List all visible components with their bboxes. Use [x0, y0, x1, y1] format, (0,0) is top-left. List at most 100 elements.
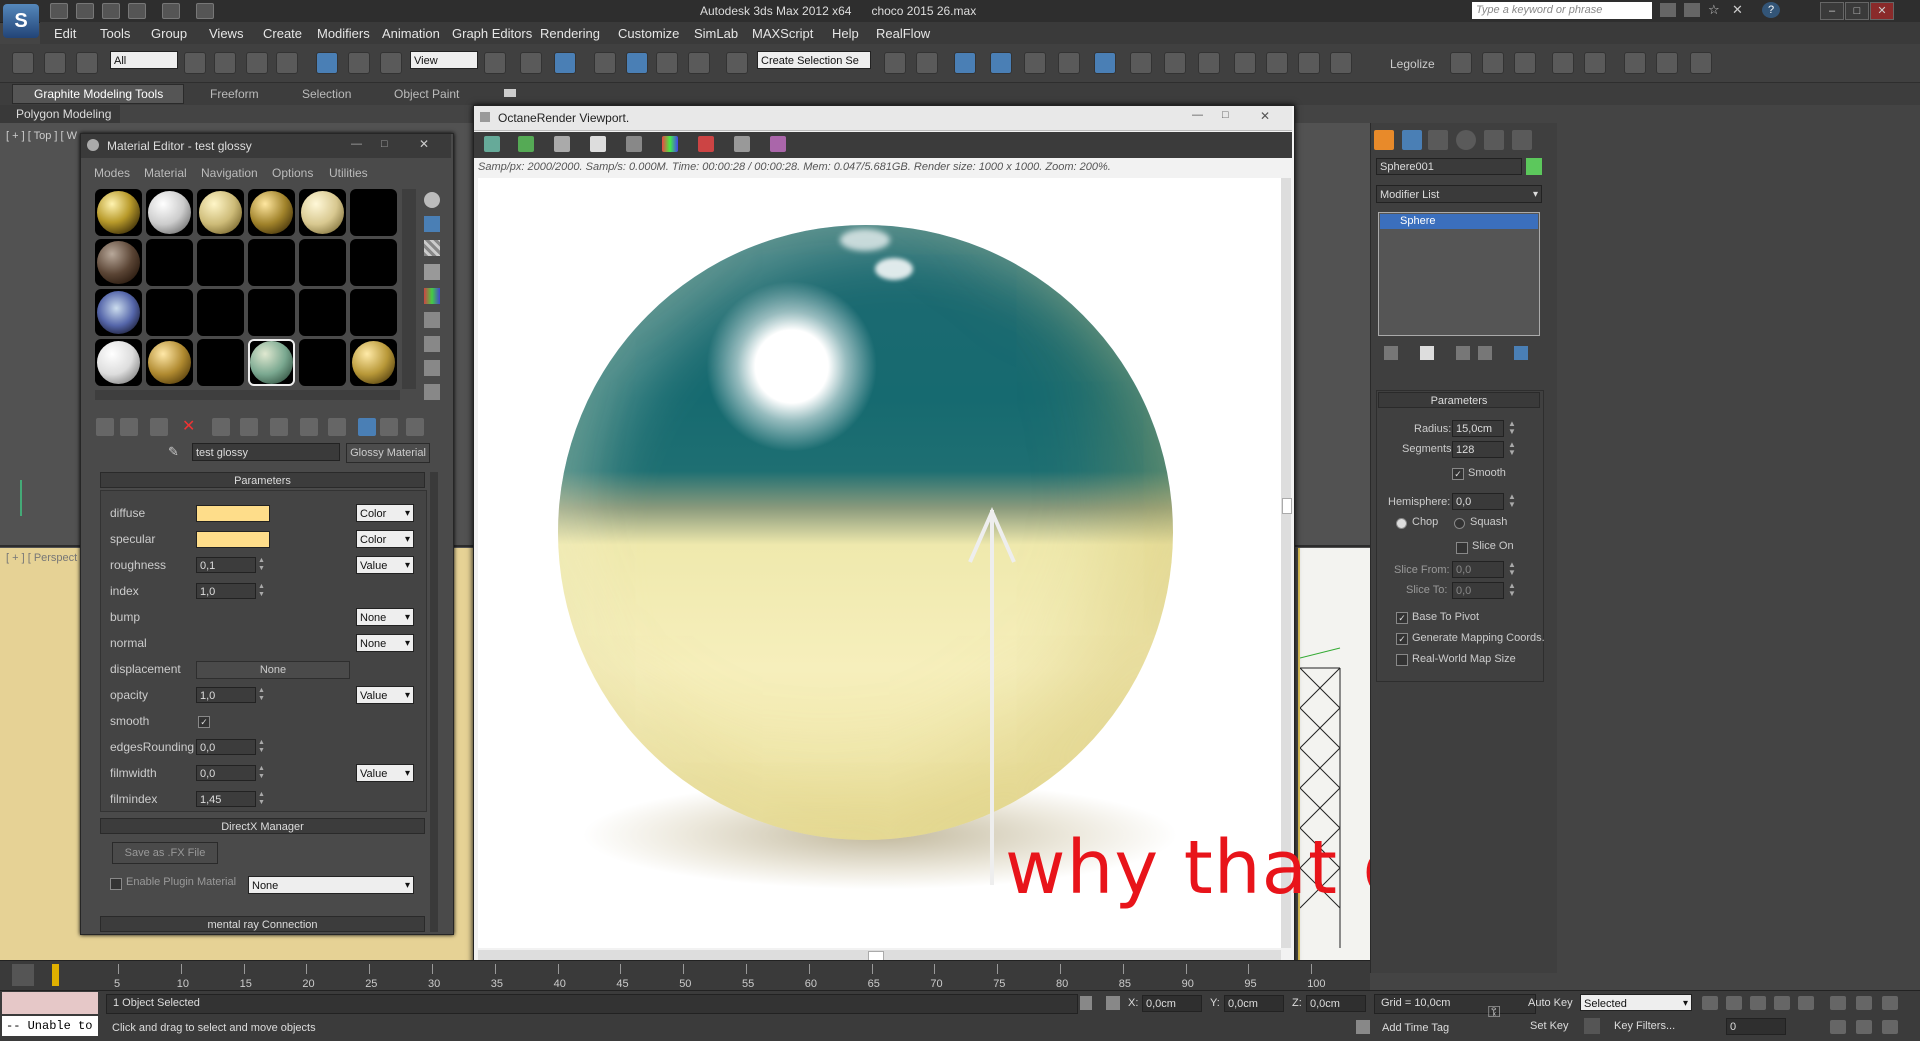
me-close-button[interactable]: ✕ — [419, 137, 429, 151]
me-minimize-button[interactable]: — — [351, 138, 362, 150]
material-editor-icon[interactable] — [1094, 52, 1116, 74]
plugin-material-select[interactable]: None — [248, 876, 414, 895]
menu-simlab[interactable]: SimLab — [694, 26, 738, 41]
octane-close-button[interactable]: ✕ — [1260, 109, 1270, 123]
mirror-icon[interactable] — [884, 52, 906, 74]
next-frame-icon[interactable] — [1774, 996, 1790, 1010]
select-object-icon[interactable] — [184, 52, 206, 74]
octane-maximize-button[interactable]: □ — [1222, 109, 1229, 121]
open-file-icon[interactable] — [76, 3, 94, 19]
smooth-checkbox[interactable]: ✓ — [198, 716, 210, 728]
tab-freeform[interactable]: Freeform — [210, 87, 259, 101]
base-to-pivot-checkbox[interactable]: ✓ — [1396, 612, 1408, 624]
key-mode-icon[interactable]: ⚿ — [1488, 1005, 1514, 1021]
me-params-scrollbar[interactable] — [430, 472, 438, 932]
z-coordinate-input[interactable]: 0,0cm — [1306, 995, 1366, 1012]
show-end-result-toggle-icon[interactable] — [1420, 346, 1434, 360]
segments-spinner[interactable]: ▲ ▼ — [1508, 441, 1516, 458]
spinner-arrows[interactable]: ▲ ▼ — [258, 765, 266, 781]
auto-key-filter-select[interactable]: Selected — [1580, 994, 1692, 1013]
param-mode-select[interactable]: None — [356, 634, 414, 653]
segments-input[interactable]: 128 — [1452, 441, 1504, 458]
realflow-particles-icon[interactable] — [1656, 52, 1678, 74]
sample-slot[interactable] — [95, 239, 142, 286]
param-mode-select[interactable]: Color — [356, 504, 414, 523]
unlink-icon[interactable] — [44, 52, 66, 74]
sample-slot[interactable] — [197, 289, 244, 336]
render-production-icon[interactable] — [1198, 52, 1220, 74]
slice-from-spinner[interactable]: ▲ ▼ — [1508, 561, 1516, 578]
put-material-icon[interactable] — [120, 418, 138, 436]
set-key-icon[interactable] — [1584, 1018, 1600, 1034]
maximize-viewport-icon[interactable] — [1856, 1020, 1872, 1034]
close-button[interactable]: ✕ — [1870, 2, 1894, 20]
sample-slot-active[interactable] — [248, 339, 295, 386]
modifier-list-select[interactable]: Modifier List — [1376, 185, 1542, 204]
sample-slot[interactable] — [146, 239, 193, 286]
select-and-move-icon[interactable] — [316, 52, 338, 74]
param-spinner-input[interactable]: 0,0 — [196, 765, 256, 781]
param-mode-select[interactable]: Value — [356, 686, 414, 705]
make-unique-stack-icon[interactable] — [1456, 346, 1470, 360]
utilities-tab-icon[interactable] — [1512, 130, 1532, 150]
binoculars-icon[interactable] — [1660, 3, 1676, 17]
keyboard-shortcut-override-icon[interactable] — [554, 52, 576, 74]
me-maximize-button[interactable]: □ — [381, 138, 388, 150]
param-spinner-input[interactable]: 0,1 — [196, 557, 256, 573]
color-picker-icon[interactable] — [662, 136, 678, 152]
selection-filter-select[interactable]: All — [110, 51, 178, 69]
make-copy-icon[interactable] — [212, 418, 230, 436]
restart-render-icon[interactable] — [518, 136, 534, 152]
curve-editor-icon[interactable] — [1024, 52, 1046, 74]
sample-slot[interactable] — [350, 339, 397, 386]
y-coordinate-input[interactable]: 0,0cm — [1224, 995, 1284, 1012]
percent-snap-icon[interactable] — [656, 52, 678, 74]
assign-material-icon[interactable] — [150, 418, 168, 436]
menu-maxscript[interactable]: MAXScript — [752, 26, 813, 41]
go-to-parent-icon[interactable] — [380, 418, 398, 436]
spinner-arrows[interactable]: ▲ ▼ — [258, 687, 266, 703]
sample-slot[interactable] — [299, 289, 346, 336]
pin-stack-icon[interactable] — [1384, 346, 1398, 360]
video-color-check-icon[interactable] — [424, 288, 440, 304]
put-to-library-icon[interactable] — [270, 418, 288, 436]
pivot-center-icon[interactable] — [484, 52, 506, 74]
3dsmax-logo-icon[interactable]: S — [3, 4, 39, 38]
align-icon[interactable] — [916, 52, 938, 74]
absolute-mode-icon[interactable] — [1106, 996, 1120, 1010]
menu-modifiers[interactable]: Modifiers — [317, 26, 370, 41]
angle-snap-icon[interactable] — [626, 52, 648, 74]
octane-minimize-button[interactable]: — — [1192, 109, 1203, 121]
sample-slot[interactable] — [146, 289, 193, 336]
motion-tab-icon[interactable] — [1456, 130, 1476, 150]
param-mode-select[interactable]: Value — [356, 764, 414, 783]
param-spinner-input[interactable]: 1,45 — [196, 791, 256, 807]
me-menu-material[interactable]: Material — [144, 166, 187, 180]
material-name-input[interactable]: test glossy — [192, 443, 340, 461]
mental-ray-rollout-header[interactable]: mental ray Connection — [100, 916, 425, 932]
edit-named-selection-icon[interactable] — [726, 52, 748, 74]
sample-slot[interactable] — [197, 339, 244, 386]
selection-lock-icon[interactable] — [1080, 996, 1092, 1010]
close-x-icon[interactable]: ✕ — [1732, 3, 1748, 17]
reference-coordinate-select[interactable]: View — [410, 51, 478, 69]
top-viewport-label[interactable]: [ + ] [ Top ] [ W — [6, 130, 77, 142]
object-name-input[interactable]: Sphere001 — [1376, 158, 1522, 175]
param-spinner-input[interactable]: 1,0 — [196, 583, 256, 599]
save-image-icon[interactable] — [770, 136, 786, 152]
layer-manager-icon[interactable] — [954, 52, 976, 74]
sphere-parameters-header[interactable]: Parameters — [1378, 392, 1540, 408]
menu-help[interactable]: Help — [832, 26, 859, 41]
zoom-extents-icon[interactable] — [1830, 996, 1846, 1010]
octane-titlebar[interactable]: OctaneRender Viewport. — □ ✕ — [474, 106, 1292, 131]
rectangular-selection-icon[interactable] — [246, 52, 268, 74]
displacement-button[interactable]: None — [196, 661, 350, 679]
link-icon[interactable] — [12, 52, 34, 74]
generate-mapping-checkbox[interactable]: ✓ — [1396, 633, 1408, 645]
get-material-icon[interactable] — [96, 418, 114, 436]
simlab-pdf-icon[interactable] — [1514, 52, 1536, 74]
param-spinner-input[interactable]: 1,0 — [196, 687, 256, 703]
slice-to-input[interactable]: 0,0 — [1452, 582, 1504, 599]
go-to-end-icon[interactable] — [1798, 996, 1814, 1010]
sample-slot[interactable] — [299, 239, 346, 286]
